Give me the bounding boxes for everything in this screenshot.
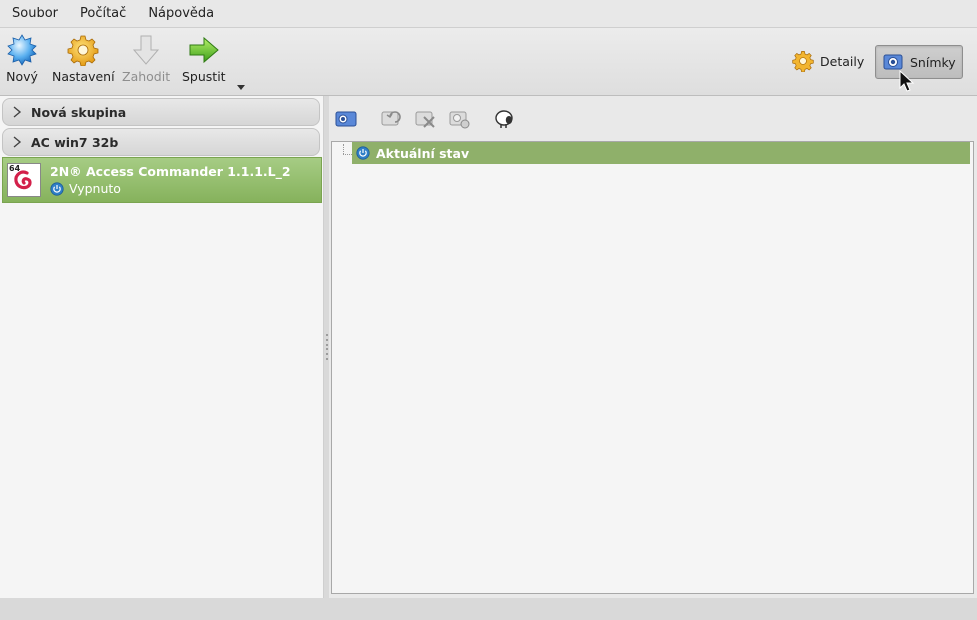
clone-vm-button[interactable] — [494, 108, 516, 130]
gear-icon — [67, 34, 99, 66]
snapshot-details-button[interactable] — [449, 108, 471, 130]
details-button-label: Detaily — [820, 53, 865, 69]
main-toolbar: Nový Nastavení Zahodit Spustit Detaily S… — [0, 28, 977, 96]
delete-icon — [415, 108, 437, 130]
take-snapshot-button[interactable] — [335, 108, 357, 130]
delete-snapshot-button[interactable] — [415, 108, 437, 130]
vm-list-item[interactable]: 64 2N® Access Commander 1.1.1.L_2 Vypnut… — [2, 157, 322, 203]
new-icon — [6, 34, 38, 66]
vm-group-label: AC win7 32b — [31, 134, 119, 150]
camera-icon — [335, 110, 357, 128]
snapshots-panel: Aktuální stav — [329, 96, 977, 598]
chevron-right-icon[interactable] — [3, 136, 31, 148]
menu-file[interactable]: Soubor — [0, 6, 68, 21]
current-state-label: Aktuální stav — [376, 145, 470, 161]
vm-list-panel: Nová skupina AC win7 32b 64 2N® Access C… — [0, 96, 324, 598]
vm-group-row[interactable]: Nová skupina — [2, 98, 320, 126]
menu-machine[interactable]: Počítač — [68, 6, 136, 21]
snapshots-button-label: Snímky — [910, 54, 956, 70]
current-state-row[interactable]: Aktuální stav — [352, 142, 970, 164]
vm-state: Vypnuto — [50, 180, 291, 197]
arrow-right-icon — [188, 34, 220, 66]
vm-name: 2N® Access Commander 1.1.1.L_2 — [50, 164, 291, 179]
settings-button[interactable]: Nastavení — [52, 34, 115, 84]
menu-help[interactable]: Nápověda — [136, 6, 224, 21]
debian-os-icon: 64 — [7, 163, 41, 197]
status-bar — [0, 598, 977, 620]
power-off-icon — [50, 181, 64, 196]
vm-group-row[interactable]: AC win7 32b — [2, 128, 320, 156]
splitter-handle[interactable] — [325, 334, 328, 360]
discard-button[interactable]: Zahodit — [122, 34, 170, 84]
snapshots-toolbar — [329, 96, 977, 140]
menu-bar: Soubor Počítač Nápověda — [0, 0, 977, 28]
snapshots-button[interactable]: Snímky — [875, 45, 963, 79]
start-dropdown-arrow-icon[interactable] — [237, 85, 245, 90]
vm-state-label: Vypnuto — [69, 181, 121, 196]
chevron-right-icon[interactable] — [3, 106, 31, 118]
snapshot-info-icon — [449, 108, 471, 130]
arrow-down-icon — [130, 34, 162, 66]
start-button[interactable]: Spustit — [182, 34, 226, 84]
power-off-icon — [356, 146, 370, 160]
mouse-cursor-icon — [899, 69, 915, 92]
snapshot-tree: Aktuální stav — [331, 141, 974, 594]
new-button[interactable]: Nový — [6, 34, 38, 84]
settings-button-label: Nastavení — [52, 69, 115, 84]
new-button-label: Nový — [6, 69, 38, 84]
sheep-icon — [494, 108, 516, 130]
restore-icon — [381, 108, 403, 130]
discard-button-label: Zahodit — [122, 69, 171, 84]
start-button-label: Spustit — [182, 69, 226, 84]
details-button[interactable]: Detaily — [786, 45, 870, 77]
gear-icon — [792, 50, 814, 72]
vm-group-label: Nová skupina — [31, 104, 127, 120]
restore-snapshot-button[interactable] — [381, 108, 403, 130]
